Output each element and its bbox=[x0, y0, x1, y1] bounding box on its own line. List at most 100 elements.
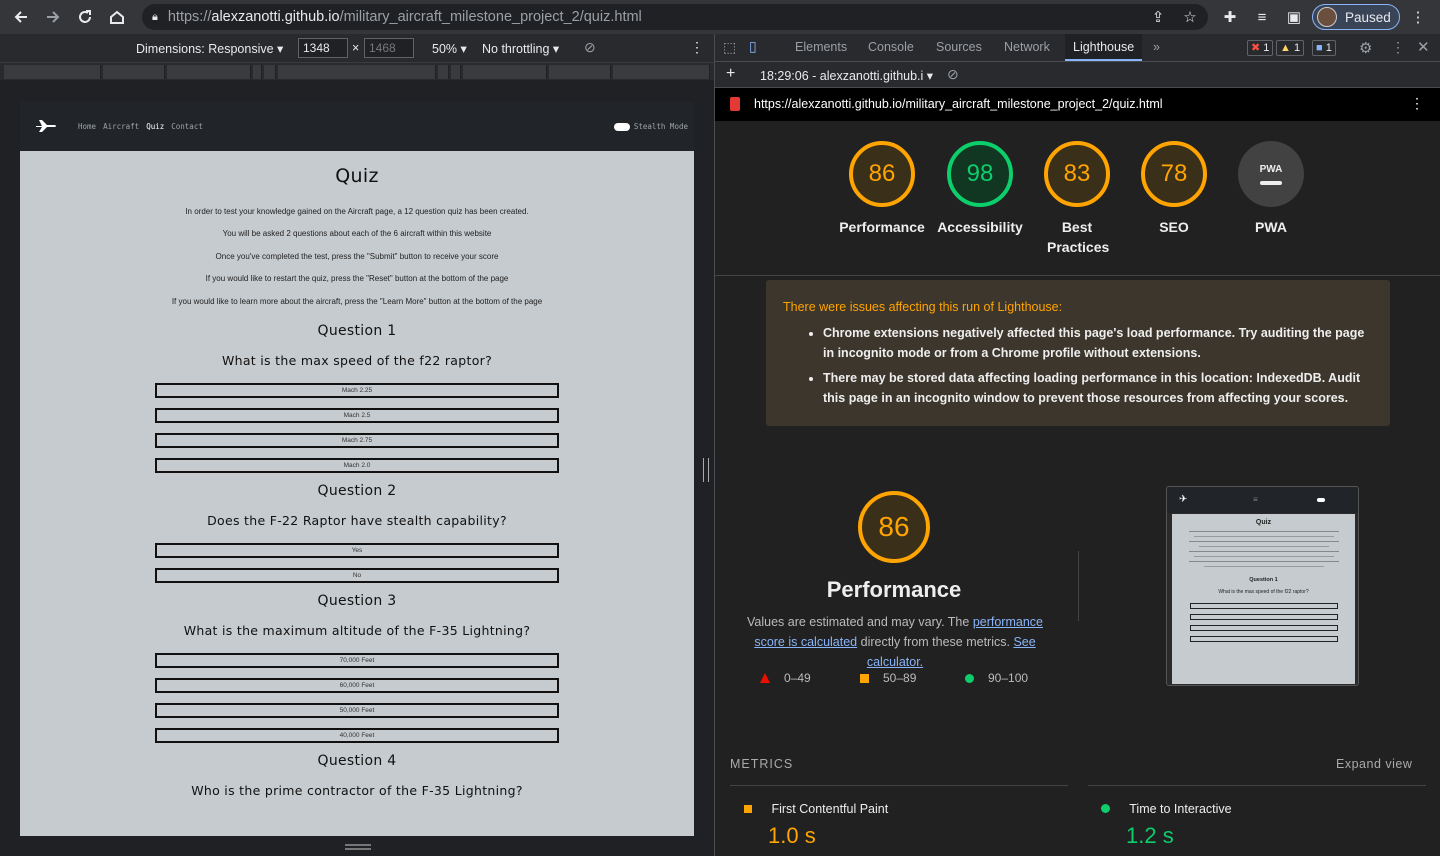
tab-lighthouse[interactable]: Lighthouse bbox=[1065, 34, 1143, 61]
answer-button[interactable]: Mach 2.25 bbox=[155, 383, 559, 399]
toggle-switch[interactable] bbox=[613, 122, 630, 131]
metric-tti-value: 1.2 s bbox=[1126, 823, 1174, 848]
report-url[interactable]: https://alexzanotti.github.io/military_a… bbox=[754, 97, 1163, 111]
lighthouse-toolbar: + 18:29:06 - alexzanotti.github.i ▾ ⊘ bbox=[715, 62, 1440, 88]
inspect-element-icon[interactable]: ⬚ bbox=[723, 39, 736, 56]
nav-link-aircraft[interactable]: Aircraft bbox=[103, 122, 139, 131]
thumbnail-navbar: ✈ ≡ bbox=[1167, 487, 1358, 513]
intro-line: Once you've completed the test, press th… bbox=[215, 251, 499, 261]
score-value: 83 bbox=[1044, 141, 1110, 207]
expand-view-button[interactable]: Expand view bbox=[1336, 757, 1412, 771]
url-path: /military_aircraft_milestone_project_2/q… bbox=[339, 9, 642, 25]
green-circle-icon bbox=[965, 673, 974, 683]
height-input[interactable]: 1468 bbox=[364, 38, 414, 58]
profile-status: Paused bbox=[1345, 9, 1391, 25]
back-arrow-icon[interactable] bbox=[6, 2, 36, 32]
report-url-bar: https://alexzanotti.github.io/military_a… bbox=[715, 88, 1440, 121]
bookmark-star-icon[interactable]: ☆ bbox=[1178, 5, 1202, 29]
message-count-badge[interactable]: ■ 1 bbox=[1312, 40, 1336, 56]
answer-button[interactable]: Mach 2.75 bbox=[155, 433, 559, 449]
throttling-dropdown[interactable]: No throttling ▾ bbox=[482, 41, 559, 56]
width-input[interactable]: 1348 bbox=[298, 38, 348, 58]
red-triangle-icon bbox=[760, 673, 770, 683]
divider bbox=[715, 275, 1440, 276]
answer-button[interactable]: 60,000 Feet bbox=[155, 678, 559, 694]
warnings-title: There were issues affecting this run of … bbox=[783, 300, 1063, 314]
clear-icon[interactable]: ⊘ bbox=[947, 66, 959, 83]
score-gauge-pwa[interactable]: PWA PWA bbox=[1223, 141, 1319, 237]
metric-fcp: First Contentful Paint bbox=[744, 802, 888, 816]
stealth-mode-toggle[interactable]: Stealth Mode bbox=[613, 122, 688, 131]
answer-button[interactable]: Yes bbox=[155, 543, 559, 559]
forward-arrow-icon[interactable] bbox=[38, 2, 68, 32]
tab-elements[interactable]: Elements bbox=[787, 34, 855, 61]
extensions-puzzle-icon[interactable]: ✚ bbox=[1218, 5, 1242, 29]
nav-link-contact[interactable]: Contact bbox=[171, 122, 203, 131]
warning-count-badge[interactable]: ▲ 1 bbox=[1276, 40, 1305, 56]
intro-line: In order to test your knowledge gained o… bbox=[185, 207, 529, 216]
side-panel-icon[interactable]: ▣ bbox=[1282, 5, 1306, 29]
question-text: What is the max speed of the f22 raptor? bbox=[221, 353, 493, 369]
score-value: 78 bbox=[1141, 141, 1207, 207]
dimensions-dropdown[interactable]: Dimensions: Responsive ▾ bbox=[136, 41, 283, 56]
rotate-icon[interactable]: ⊘ bbox=[584, 39, 596, 56]
score-gauge-accessibility[interactable]: 98 Accessibility bbox=[932, 141, 1028, 237]
answer-button[interactable]: 40,000 Feet bbox=[155, 728, 559, 744]
score-gauge-seo[interactable]: 78 SEO bbox=[1126, 141, 1222, 237]
thumbnail-page: Quiz Question 1 What is the max speed of… bbox=[1172, 514, 1355, 684]
reload-icon[interactable] bbox=[70, 2, 100, 32]
performance-gauge-large: 86 bbox=[858, 491, 930, 563]
answer-button[interactable]: No bbox=[155, 568, 559, 584]
devtools-tabbar: ⬚ ▯ Elements Console Sources Network Lig… bbox=[715, 34, 1440, 62]
tab-console[interactable]: Console bbox=[860, 34, 922, 61]
zoom-dropdown[interactable]: 50% ▾ bbox=[432, 41, 467, 56]
settings-gear-icon[interactable]: ⚙ bbox=[1359, 39, 1372, 57]
final-screenshot-thumbnail[interactable]: ✈ ≡ Quiz Question 1 What is the max spee… bbox=[1166, 486, 1359, 686]
question-text: Who is the prime contractor of the F-35 … bbox=[191, 783, 523, 799]
media-queue-icon[interactable]: ≡ bbox=[1250, 5, 1274, 29]
metric-tti: Time to Interactive bbox=[1101, 802, 1232, 816]
kebab-menu-icon[interactable]: ⋮ bbox=[1406, 5, 1430, 29]
new-report-plus-icon[interactable]: + bbox=[726, 65, 735, 83]
times-sign: × bbox=[352, 41, 360, 55]
tab-sources[interactable]: Sources bbox=[928, 34, 990, 61]
profile-button[interactable]: Paused bbox=[1312, 4, 1400, 30]
answer-button[interactable]: 70,000 Feet bbox=[155, 653, 559, 669]
score-gauge-performance[interactable]: 86 Performance bbox=[834, 141, 930, 237]
divider bbox=[1078, 551, 1079, 621]
media-query-bar[interactable] bbox=[0, 62, 714, 80]
home-icon[interactable] bbox=[102, 2, 132, 32]
viewport-resize-handle-bottom[interactable] bbox=[345, 844, 371, 850]
tab-network[interactable]: Network bbox=[996, 34, 1058, 61]
share-icon[interactable]: ⇪ bbox=[1146, 5, 1170, 29]
report-selector[interactable]: 18:29:06 - alexzanotti.github.i ▾ bbox=[760, 68, 933, 83]
devtools-menu-icon[interactable]: ⋮ bbox=[1391, 39, 1405, 56]
stealth-mode-label: Stealth Mode bbox=[633, 122, 688, 131]
site-navbar: Home Aircraft Quiz Contact Stealth Mode bbox=[20, 102, 694, 151]
nav-link-home[interactable]: Home bbox=[78, 122, 96, 131]
question-text: Does the F-22 Raptor have stealth capabi… bbox=[207, 513, 507, 529]
answer-button[interactable]: Mach 2.5 bbox=[155, 408, 559, 424]
viewport-resize-handle-right[interactable] bbox=[703, 458, 709, 482]
answer-button[interactable]: Mach 2.0 bbox=[155, 458, 559, 474]
green-circle-icon bbox=[1101, 804, 1110, 813]
device-toggle-icon[interactable]: ▯ bbox=[749, 38, 757, 55]
plane-logo-icon[interactable] bbox=[36, 119, 56, 135]
score-value: 86 bbox=[849, 141, 915, 207]
address-bar[interactable]: 🔒︎ https://alexzanotti.github.io/militar… bbox=[142, 4, 1208, 30]
warning-item: Chrome extensions negatively affected th… bbox=[823, 323, 1373, 363]
answer-button[interactable]: 50,000 Feet bbox=[155, 703, 559, 719]
more-tabs-icon[interactable]: » bbox=[1153, 40, 1160, 54]
nav-link-quiz[interactable]: Quiz bbox=[146, 122, 164, 131]
url-scheme: https:// bbox=[167, 9, 212, 25]
report-menu-icon[interactable]: ⋮ bbox=[1410, 95, 1424, 112]
score-gauge-best-practices[interactable]: 83 Best Practices bbox=[1029, 141, 1125, 257]
orange-square-icon bbox=[860, 673, 869, 683]
close-icon[interactable]: ✕ bbox=[1417, 38, 1430, 56]
error-count-badge[interactable]: ✖ 1 bbox=[1247, 40, 1274, 56]
device-menu-icon[interactable]: ⋮ bbox=[690, 39, 704, 56]
question-heading: Question 4 bbox=[317, 753, 397, 770]
divider bbox=[1088, 785, 1426, 786]
score-label: SEO bbox=[1159, 219, 1189, 235]
performance-title: Performance bbox=[826, 577, 962, 602]
